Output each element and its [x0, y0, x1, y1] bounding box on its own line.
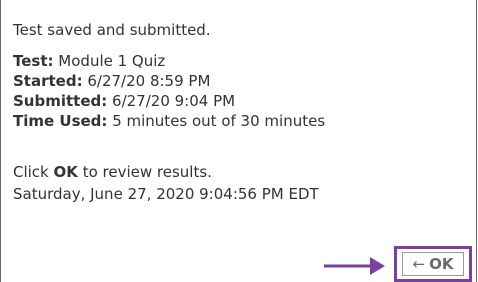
detail-value: 6/27/20 8:59 PM [87, 72, 211, 90]
detail-label: Time Used: [13, 112, 108, 130]
detail-time-used: Time Used: 5 minutes out of 30 minutes [13, 111, 325, 131]
detail-test: Test: Module 1 Quiz [13, 51, 325, 71]
detail-value: 6/27/20 9:04 PM [112, 92, 236, 110]
instruction-keyword: OK [53, 163, 78, 181]
detail-label: Started: [13, 72, 83, 90]
pointer-arrow-icon [324, 257, 385, 275]
detail-label: Test: [13, 52, 54, 70]
instruction-suffix: to review results. [82, 163, 212, 181]
submission-details: Test: Module 1 Quiz Started: 6/27/20 8:5… [13, 51, 325, 131]
instruction-prefix: Click [13, 163, 49, 181]
ok-button[interactable]: ← OK [394, 246, 472, 282]
instructions: Click OK to review results. Saturday, Ju… [13, 161, 319, 205]
submission-dialog: Test saved and submitted. Test: Module 1… [0, 0, 477, 282]
status-message: Test saved and submitted. [13, 21, 211, 39]
back-arrow-icon: ← [412, 255, 426, 273]
detail-started: Started: 6/27/20 8:59 PM [13, 71, 325, 91]
detail-value: 5 minutes out of 30 minutes [112, 112, 326, 130]
review-instruction: Click OK to review results. [13, 161, 319, 183]
detail-value: Module 1 Quiz [58, 52, 166, 70]
detail-label: Submitted: [13, 92, 108, 110]
ok-button-label: OK [429, 255, 454, 273]
detail-submitted: Submitted: 6/27/20 9:04 PM [13, 91, 325, 111]
ok-button-face[interactable]: ← OK [402, 252, 464, 276]
submission-timestamp: Saturday, June 27, 2020 9:04:56 PM EDT [13, 185, 319, 203]
